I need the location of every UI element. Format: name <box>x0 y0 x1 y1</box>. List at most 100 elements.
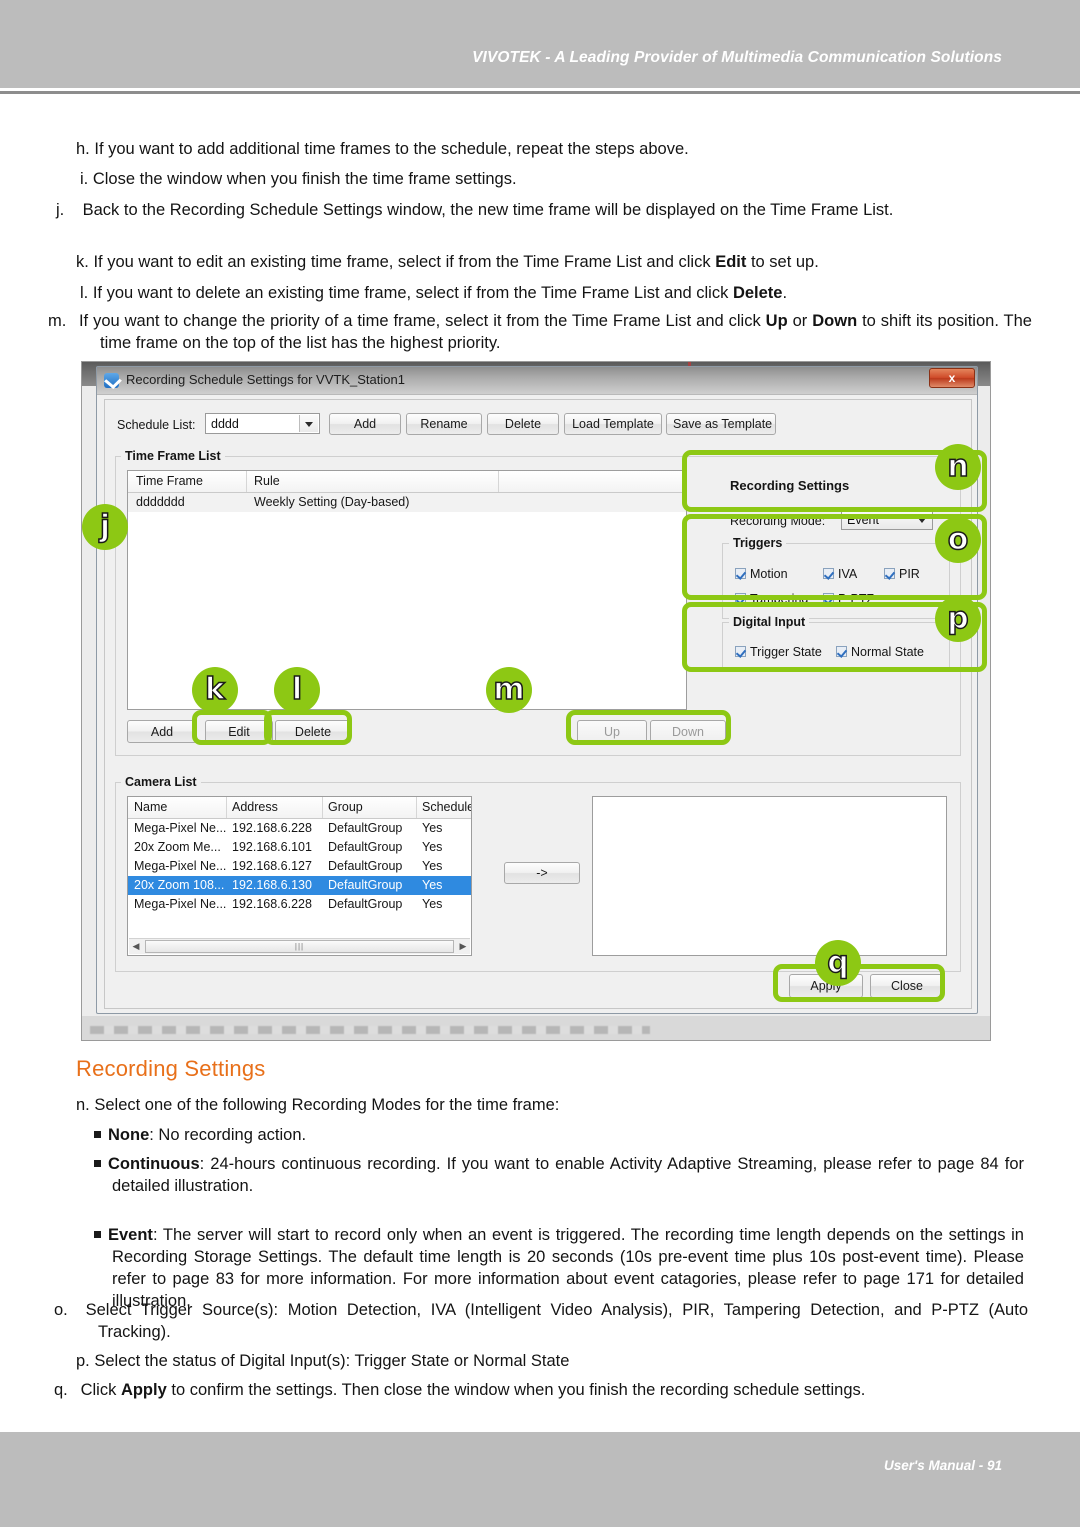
time-frame-cell-rule: Weekly Setting (Day-based) <box>254 495 410 509</box>
bullet-square-icon <box>94 1231 101 1239</box>
mode-continuous: Continuous: 24-hours continuous recordin… <box>94 1153 1024 1197</box>
step-n: n. Select one of the following Recording… <box>76 1094 1006 1116</box>
trigger-pir-checkbox[interactable]: PIR <box>884 567 920 581</box>
scrollbar-thumb[interactable]: ||| <box>145 940 454 953</box>
window-titlebar[interactable]: Recording Schedule Settings for VVTK_Sta… <box>97 367 977 395</box>
step-h-label: h. <box>76 140 90 158</box>
step-l-label: l. <box>80 284 89 302</box>
step-p-label: p. <box>76 1352 90 1370</box>
digital-input-title: Digital Input <box>729 615 810 629</box>
window-client-area: Schedule List: dddd Add Rename Delete Lo… <box>104 399 972 1009</box>
step-k: k. If you want to edit an existing time … <box>76 251 1006 273</box>
camera-table-row[interactable]: Mega-Pixel Ne... 192.168.6.228 DefaultGr… <box>128 895 471 914</box>
camera-table-row[interactable]: Mega-Pixel Ne... 192.168.6.228 DefaultGr… <box>128 819 471 838</box>
timeframe-edit-button[interactable]: Edit <box>205 720 273 743</box>
schedule-delete-button[interactable]: Delete <box>487 413 559 435</box>
timeframe-add-button[interactable]: Add <box>127 720 197 743</box>
trigger-iva-checkbox[interactable]: IVA <box>823 567 857 581</box>
trigger-pptz-label: P-PTZ <box>838 592 875 606</box>
callout-marker-k: k <box>192 667 238 713</box>
camera-cell-schedule: Yes <box>422 897 443 911</box>
time-frame-table-header: Time Frame Rule <box>128 471 686 493</box>
step-i-label: i. <box>80 170 89 188</box>
time-frame-list-group-label: Time Frame List <box>121 449 225 463</box>
time-frame-cell-name: ddddddd <box>136 495 185 509</box>
trigger-pptz-checkbox[interactable]: P-PTZ <box>823 592 874 606</box>
camera-cell-schedule: Yes <box>422 821 443 835</box>
digital-input-normal-state-checkbox[interactable]: Normal State <box>836 645 924 659</box>
step-o: o. Select Trigger Source(s): Motion Dete… <box>54 1301 1028 1341</box>
step-q-text-a: Click <box>80 1381 121 1399</box>
close-button[interactable]: Close <box>870 974 944 998</box>
chevron-down-icon[interactable] <box>913 511 931 528</box>
camera-cell-group: DefaultGroup <box>328 840 403 854</box>
step-n-text: Select one of the following Recording Mo… <box>94 1096 560 1114</box>
camera-cell-name: Mega-Pixel Ne... <box>134 859 227 873</box>
step-o-text: Select Trigger Source(s): Motion Detecti… <box>85 1301 1028 1341</box>
digital-input-normal-state-label: Normal State <box>851 645 924 659</box>
step-k-label: k. <box>76 253 89 271</box>
camera-cell-group: DefaultGroup <box>328 878 403 892</box>
step-k-bold: Edit <box>715 253 747 271</box>
callout-marker-o: o <box>935 517 981 563</box>
step-q-bold: Apply <box>120 1381 167 1399</box>
save-as-template-button[interactable]: Save as Template <box>666 413 776 435</box>
mode-continuous-name: Continuous <box>108 1155 200 1173</box>
add-camera-to-schedule-button[interactable]: -> <box>504 862 580 884</box>
schedule-rename-button[interactable]: Rename <box>406 413 482 435</box>
timeframe-delete-button[interactable]: Delete <box>275 720 351 743</box>
callout-marker-j: j <box>82 504 128 550</box>
step-l-text-b: . <box>782 284 788 302</box>
camera-table[interactable]: Name Address Group Schedule Mega-Pixel N… <box>127 796 472 956</box>
camera-cell-address: 192.168.6.127 <box>232 859 312 873</box>
scroll-left-icon[interactable]: ◀ <box>129 939 143 954</box>
camera-table-row-selected[interactable]: 20x Zoom 108... 192.168.6.130 DefaultGro… <box>128 876 471 895</box>
camera-table-hscrollbar[interactable]: ◀ ||| ▶ <box>129 938 470 954</box>
camera-table-header: Name Address Group Schedule <box>128 797 471 819</box>
time-frame-row[interactable]: ddddddd Weekly Setting (Day-based) <box>128 493 686 512</box>
load-template-button[interactable]: Load Template <box>564 413 662 435</box>
camera-cell-address: 192.168.6.130 <box>232 878 312 892</box>
schedule-add-button[interactable]: Add <box>329 413 401 435</box>
step-q-text-b: to confirm the settings. Then close the … <box>166 1381 866 1399</box>
trigger-motion-checkbox[interactable]: Motion <box>735 567 788 581</box>
scroll-right-icon[interactable]: ▶ <box>456 939 470 954</box>
trigger-tampering-checkbox[interactable]: Tampering <box>735 592 808 606</box>
trigger-pir-label: PIR <box>899 567 920 581</box>
mode-event-desc: : The server will start to record only w… <box>112 1226 1024 1310</box>
step-n-label: n. <box>76 1096 90 1114</box>
schedule-list-combo[interactable]: dddd <box>205 413 320 434</box>
recording-mode-label: Recording Mode: <box>730 514 826 528</box>
camera-col-group: Group <box>328 800 363 814</box>
step-m-bold-up: Up <box>765 312 788 330</box>
trigger-motion-label: Motion <box>750 567 788 581</box>
time-frame-col-timeframe: Time Frame <box>136 474 203 488</box>
camera-cell-address: 192.168.6.101 <box>232 840 312 854</box>
camera-cell-name: 20x Zoom 108... <box>134 878 225 892</box>
camera-cell-group: DefaultGroup <box>328 859 403 873</box>
header-divider <box>0 91 1080 94</box>
header-tagline: VIVOTEK - A Leading Provider of Multimed… <box>472 49 1002 66</box>
close-icon[interactable]: x <box>929 368 975 388</box>
chevron-down-icon[interactable] <box>299 415 318 432</box>
selected-camera-pane[interactable] <box>592 796 947 956</box>
mode-continuous-desc: : 24-hours continuous recording. If you … <box>112 1155 1024 1195</box>
page-header: VIVOTEK - A Leading Provider of Multimed… <box>0 0 1080 88</box>
callout-marker-q: q <box>815 940 861 986</box>
camera-table-row[interactable]: 20x Zoom Me... 192.168.6.101 DefaultGrou… <box>128 838 471 857</box>
camera-cell-name: Mega-Pixel Ne... <box>134 897 227 911</box>
timeframe-down-button[interactable]: Down <box>650 720 726 743</box>
step-m: m. If you want to change the priority of… <box>48 312 1032 352</box>
schedule-list-label: Schedule List: <box>117 418 196 432</box>
app-logo-icon <box>104 373 119 388</box>
checkbox-icon <box>884 568 895 580</box>
recording-mode-combo[interactable]: Event <box>841 509 933 530</box>
checkbox-icon <box>735 646 746 658</box>
camera-col-address: Address <box>232 800 278 814</box>
digital-input-trigger-state-checkbox[interactable]: Trigger State <box>735 645 822 659</box>
camera-col-schedule: Schedule <box>422 800 472 814</box>
step-k-text-a: If you want to edit an existing time fra… <box>93 253 716 271</box>
camera-table-row[interactable]: Mega-Pixel Ne... 192.168.6.127 DefaultGr… <box>128 857 471 876</box>
step-q: q. Click Apply to confirm the settings. … <box>54 1381 866 1399</box>
timeframe-up-button[interactable]: Up <box>577 720 647 743</box>
